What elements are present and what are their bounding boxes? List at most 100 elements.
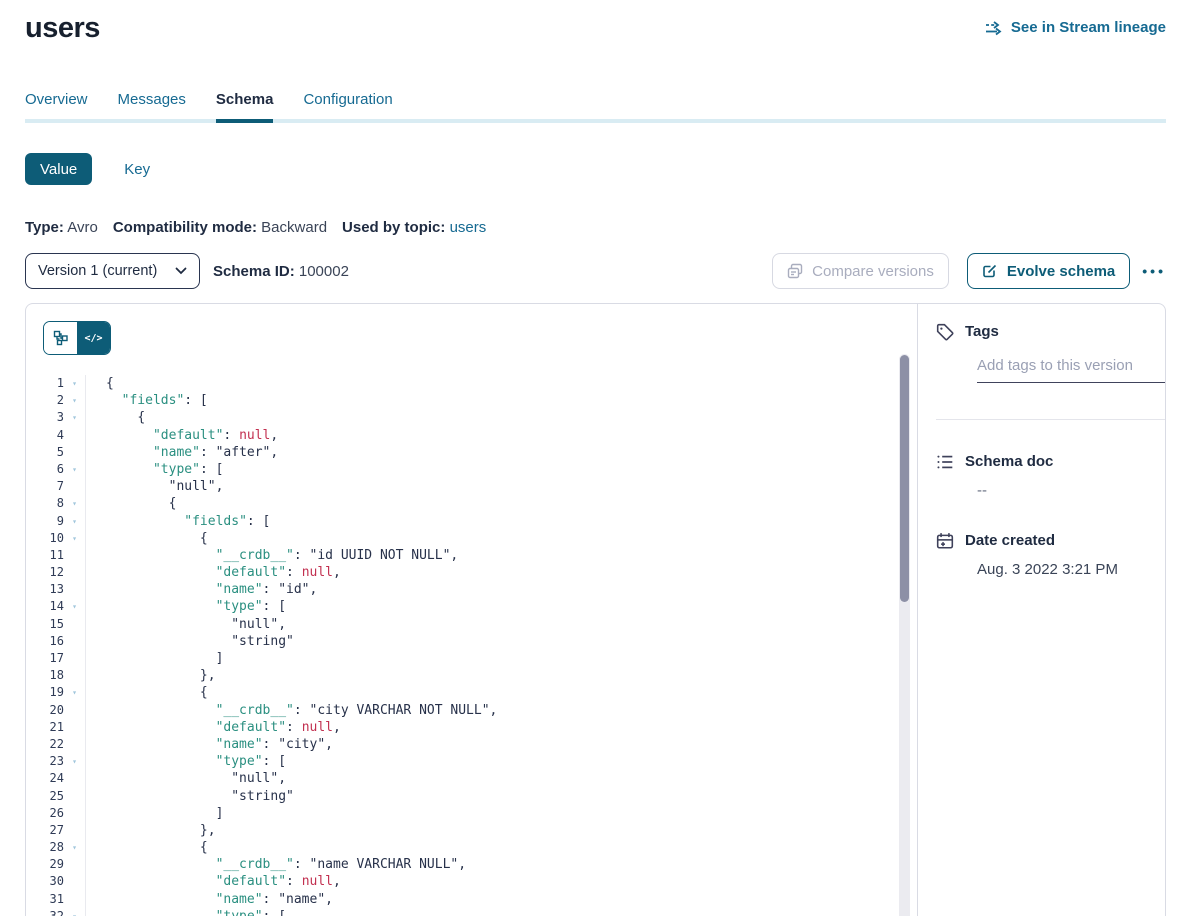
key-toggle-button[interactable]: Key <box>118 160 156 179</box>
code-text: ] <box>85 805 223 822</box>
stream-lineage-link[interactable]: See in Stream lineage <box>985 19 1166 36</box>
schema-panel: </> 1▾{2▾ "fields": [3▾ {4 "default": nu… <box>25 303 1166 916</box>
code-text: { <box>85 684 208 701</box>
calendar-icon <box>936 532 954 550</box>
tree-view-icon <box>53 330 69 346</box>
type-value: Avro <box>67 219 98 236</box>
tab-schema[interactable]: Schema <box>216 91 274 123</box>
schema-sidebar: Tags <box>918 304 1166 916</box>
code-text: "string" <box>85 788 294 805</box>
code-text: "type": [ <box>85 461 223 478</box>
tab-bar: Overview Messages Schema Configuration <box>25 91 1166 123</box>
code-line: 10▾ { <box>26 530 895 547</box>
fold-caret-icon[interactable]: ▾ <box>64 753 85 770</box>
fold-caret-icon[interactable]: ▾ <box>64 530 85 547</box>
line-number: 11 <box>26 547 64 564</box>
evolve-schema-label: Evolve schema <box>1007 263 1115 280</box>
code-line: 15 "null", <box>26 616 895 633</box>
code-text: { <box>85 839 208 856</box>
line-number: 29 <box>26 856 64 873</box>
code-text: "type": [ <box>85 753 286 770</box>
version-select[interactable]: Version 1 (current) <box>25 253 200 289</box>
fold-caret-icon[interactable]: ▾ <box>64 375 85 392</box>
tag-icon <box>936 323 954 341</box>
fold-caret-placeholder <box>64 736 85 753</box>
compare-versions-icon <box>787 263 803 279</box>
view-mode-toggle: </> <box>43 321 111 355</box>
fold-caret-placeholder <box>64 581 85 598</box>
code-line: 14▾ "type": [ <box>26 598 895 615</box>
code-text: { <box>85 530 208 547</box>
scrollbar-thumb[interactable] <box>900 355 909 602</box>
code-text: }, <box>85 822 216 839</box>
fold-caret-icon[interactable]: ▾ <box>64 598 85 615</box>
code-line: 20 "__crdb__": "city VARCHAR NOT NULL", <box>26 702 895 719</box>
schema-id-value: 100002 <box>299 263 349 280</box>
code-text: "__crdb__": "id UUID NOT NULL", <box>85 547 458 564</box>
compare-versions-button[interactable]: Compare versions <box>772 253 949 289</box>
code-text: "null", <box>85 478 223 495</box>
line-number: 9 <box>26 513 64 530</box>
line-number: 16 <box>26 633 64 650</box>
compatibility-mode-value: Backward <box>261 219 327 236</box>
tab-configuration[interactable]: Configuration <box>303 91 392 119</box>
code-text: "name": "id", <box>85 581 317 598</box>
fold-caret-icon[interactable]: ▾ <box>64 684 85 701</box>
line-number: 17 <box>26 650 64 667</box>
add-tags-input[interactable] <box>977 357 1166 383</box>
code-line: 31 "name": "name", <box>26 891 895 908</box>
compare-versions-label: Compare versions <box>812 263 934 280</box>
code-line: 19▾ { <box>26 684 895 701</box>
code-line: 12 "default": null, <box>26 564 895 581</box>
code-text: "null", <box>85 616 286 633</box>
fold-caret-icon[interactable]: ▾ <box>64 495 85 512</box>
code-text: "name": "after", <box>85 444 278 461</box>
code-lines: 1▾{2▾ "fields": [3▾ {4 "default": null,5… <box>26 375 895 916</box>
code-line: 2▾ "fields": [ <box>26 392 895 409</box>
tree-view-button[interactable] <box>44 322 77 354</box>
line-number: 27 <box>26 822 64 839</box>
code-text: "__crdb__": "name VARCHAR NULL", <box>85 856 466 873</box>
fold-caret-icon[interactable]: ▾ <box>64 839 85 856</box>
fold-caret-placeholder <box>64 547 85 564</box>
code-view-button[interactable]: </> <box>77 322 110 354</box>
tab-messages[interactable]: Messages <box>118 91 186 119</box>
more-options-button[interactable]: ••• <box>1142 263 1166 279</box>
code-text: "default": null, <box>85 427 278 444</box>
code-text: "name": "city", <box>85 736 333 753</box>
code-text: "fields": [ <box>85 392 208 409</box>
fold-caret-icon[interactable]: ▾ <box>64 409 85 426</box>
schema-meta-row: Type: Avro Compatibility mode: Backward … <box>25 219 1166 236</box>
scrollbar-track[interactable] <box>899 354 910 916</box>
tags-section: Tags <box>918 323 1166 383</box>
fold-caret-icon[interactable]: ▾ <box>64 392 85 409</box>
fold-caret-icon[interactable]: ▾ <box>64 461 85 478</box>
list-icon <box>936 453 954 471</box>
code-line: 11 "__crdb__": "id UUID NOT NULL", <box>26 547 895 564</box>
line-number: 14 <box>26 598 64 615</box>
code-line: 4 "default": null, <box>26 427 895 444</box>
compatibility-mode-label: Compatibility mode: <box>113 219 257 236</box>
date-created-value: Aug. 3 2022 3:21 PM <box>977 561 1166 578</box>
date-created-section: Date created Aug. 3 2022 3:21 PM <box>918 532 1166 578</box>
fold-caret-placeholder <box>64 805 85 822</box>
code-text: "type": [ <box>85 598 286 615</box>
code-line: 25 "string" <box>26 788 895 805</box>
fold-caret-icon[interactable]: ▾ <box>64 908 85 916</box>
fold-caret-icon[interactable]: ▾ <box>64 513 85 530</box>
evolve-schema-button[interactable]: Evolve schema <box>967 253 1130 289</box>
tab-overview[interactable]: Overview <box>25 91 88 119</box>
line-number: 20 <box>26 702 64 719</box>
code-text: ] <box>85 650 223 667</box>
value-toggle-button[interactable]: Value <box>25 153 92 185</box>
line-number: 23 <box>26 753 64 770</box>
code-text: "type": [ <box>85 908 286 916</box>
fold-caret-placeholder <box>64 564 85 581</box>
code-line: 21 "default": null, <box>26 719 895 736</box>
line-number: 6 <box>26 461 64 478</box>
code-text: "string" <box>85 633 294 650</box>
code-line: 3▾ { <box>26 409 895 426</box>
used-by-topic-link[interactable]: users <box>450 219 487 236</box>
schema-id-label: Schema ID: <box>213 263 295 280</box>
fold-caret-placeholder <box>64 633 85 650</box>
